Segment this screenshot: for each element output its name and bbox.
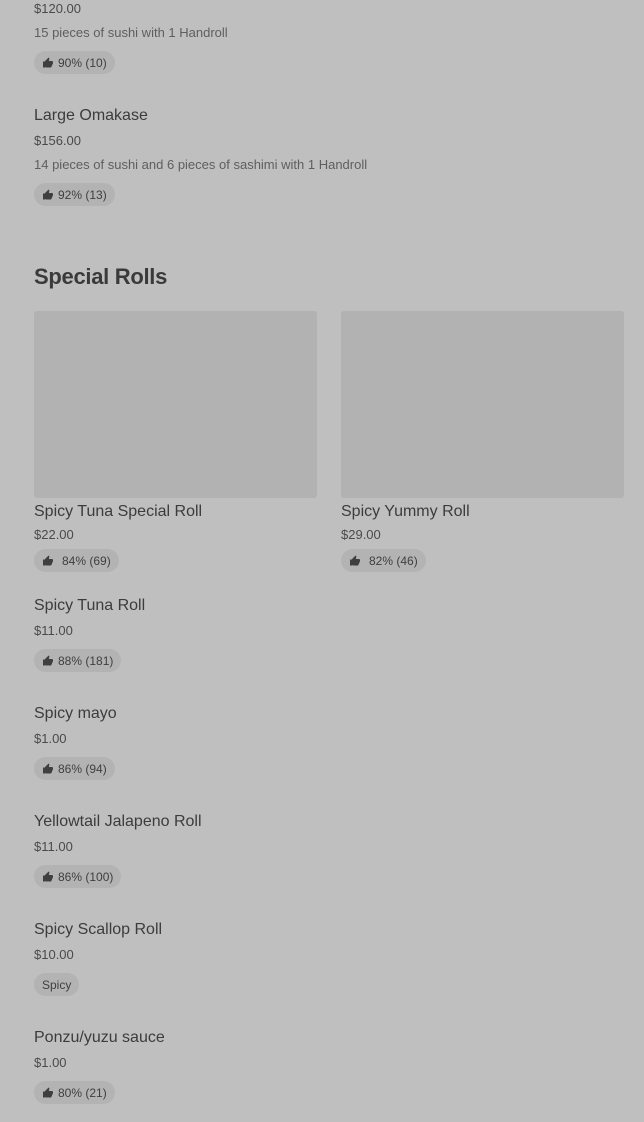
thumbs-up-icon <box>43 871 53 881</box>
item-price: $120.00 <box>34 1 81 16</box>
item-image-placeholder <box>34 311 317 498</box>
rating-text: 84% (69) <box>62 553 111 568</box>
rating-text: 80% (21) <box>58 1085 107 1100</box>
rating-badge: 84% (69) <box>34 549 119 572</box>
thumbs-up-icon <box>43 1087 53 1097</box>
section-title: Special Rolls <box>34 264 168 289</box>
item-name: Large Omakase <box>34 107 148 124</box>
rating-badge: 86% (100) <box>34 865 122 888</box>
rating-badge: 82% (46) <box>341 549 426 572</box>
item-price: $22.00 <box>34 527 74 542</box>
rating-badge: 86% (94) <box>34 757 115 780</box>
item-price: $10.00 <box>34 947 74 962</box>
item-name: Ponzu/yuzu sauce <box>34 1029 165 1046</box>
item-price: $11.00 <box>34 839 73 854</box>
thumbs-up-icon <box>43 57 53 67</box>
rating-badge: 92% (13) <box>34 183 115 206</box>
thumbs-up-icon <box>43 763 53 773</box>
item-description: 14 pieces of sushi and 6 pieces of sashi… <box>34 157 368 172</box>
rating-badge: 88% (181) <box>34 649 122 672</box>
item-description: 15 pieces of sushi with 1 Handroll <box>34 25 228 40</box>
item-image-placeholder <box>341 311 624 498</box>
item-name: Spicy Tuna Special Roll <box>34 503 203 520</box>
spicy-tag: Spicy <box>34 973 80 996</box>
item-name: Spicy Tuna Roll <box>34 597 146 614</box>
thumbs-up-icon <box>350 555 360 565</box>
item-name: Yellowtail Jalapeno Roll <box>34 813 202 830</box>
rating-badge: 80% (21) <box>34 1081 115 1104</box>
item-price: $1.00 <box>34 1055 67 1070</box>
thumbs-up-icon <box>43 189 53 199</box>
rating-text: 86% (94) <box>58 761 107 776</box>
item-name: Spicy Scallop Roll <box>34 921 163 938</box>
rating-text: 88% (181) <box>58 653 114 668</box>
thumbs-up-icon <box>43 655 53 665</box>
item-price: $1.00 <box>34 731 67 746</box>
rating-text: 82% (46) <box>369 553 418 568</box>
item-price: $11.00 <box>34 623 73 638</box>
rating-badge: 90% (10) <box>34 51 115 74</box>
item-name: Spicy Yummy Roll <box>341 503 470 520</box>
rating-text: 92% (13) <box>58 187 107 202</box>
item-price: $29.00 <box>341 527 381 542</box>
rating-text: 86% (100) <box>58 869 114 884</box>
rating-text: 90% (10) <box>58 55 107 70</box>
thumbs-up-icon <box>43 555 53 565</box>
item-name: Spicy mayo <box>34 705 117 722</box>
item-price: $156.00 <box>34 133 81 148</box>
